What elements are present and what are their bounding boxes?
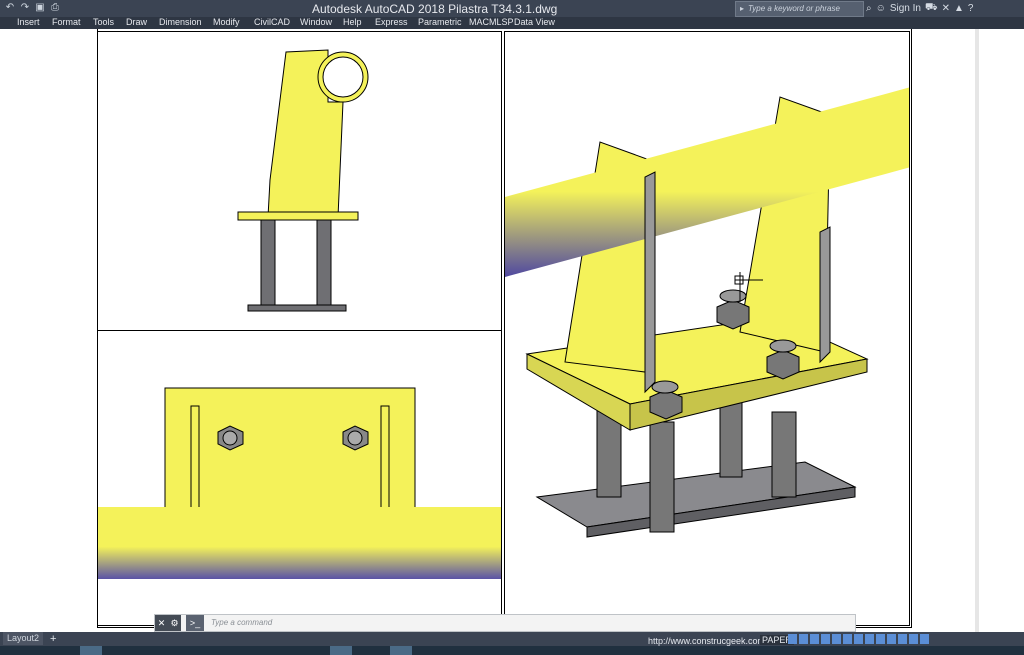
taskbar	[0, 646, 1024, 655]
plot-icon[interactable]: ⎙	[49, 2, 61, 14]
menu-modify[interactable]: Modify	[213, 17, 240, 27]
ortho-icon[interactable]	[810, 634, 819, 644]
menu-parametric[interactable]: Parametric	[418, 17, 462, 27]
command-input[interactable]: Type a command	[211, 618, 272, 627]
menu-insert[interactable]: Insert	[17, 17, 40, 27]
menu-window[interactable]: Window	[300, 17, 332, 27]
add-layout-icon[interactable]: +	[50, 633, 56, 645]
undo-icon[interactable]: ↶	[4, 2, 16, 14]
plan-view-drawing	[98, 387, 501, 579]
sign-in-link[interactable]: Sign In	[890, 3, 921, 14]
search-icon: ▸	[740, 4, 745, 13]
redo-icon[interactable]: ↷	[19, 2, 31, 14]
viewport-front[interactable]	[97, 31, 502, 331]
menu-express[interactable]: Express	[375, 17, 408, 27]
menu-help[interactable]: Help	[343, 17, 362, 27]
isolate-icon[interactable]	[909, 634, 918, 644]
osnap-icon[interactable]	[832, 634, 841, 644]
menu-format[interactable]: Format	[52, 17, 81, 27]
window-title: Autodesk AutoCAD 2018 Pilastra T34.3.1.d…	[312, 2, 558, 16]
isometric-view-drawing	[505, 87, 909, 538]
menu-civilcad[interactable]: CivilCAD	[254, 17, 290, 27]
cart-icon[interactable]: ⛟	[925, 2, 938, 15]
grid-icon[interactable]	[788, 634, 797, 644]
polar-icon[interactable]	[821, 634, 830, 644]
vertical-scrollbar[interactable]	[975, 29, 979, 632]
taskbar-app-icon[interactable]	[80, 646, 102, 655]
drawing-area[interactable]: ✕ ⚙ >_ Type a command	[0, 29, 1024, 632]
binoculars-icon[interactable]: ⌕	[866, 3, 872, 14]
viewport-isometric[interactable]	[504, 31, 910, 626]
menu-macmlsp[interactable]: MACMLSP	[469, 17, 514, 27]
menu-bar: Insert Format Tools Draw Dimension Modif…	[0, 17, 1024, 29]
a360-icon[interactable]: ▲	[954, 3, 964, 14]
customize-command-icon[interactable]: ⚙	[168, 615, 181, 631]
status-toggles	[788, 634, 929, 644]
transparency-icon[interactable]	[865, 634, 874, 644]
workspace-icon[interactable]	[898, 634, 907, 644]
viewport-plan[interactable]	[97, 330, 502, 626]
taskbar-app-icon[interactable]	[390, 646, 412, 655]
save-icon[interactable]: ▣	[34, 2, 46, 14]
taskbar-app-icon[interactable]	[330, 646, 352, 655]
close-command-icon[interactable]: ✕	[155, 615, 168, 631]
otrack-icon[interactable]	[843, 634, 852, 644]
quick-access-toolbar: ↶ ↷ ▣ ⎙	[4, 2, 61, 14]
command-line[interactable]: ✕ ⚙ >_ Type a command	[154, 614, 856, 632]
selection-cycling-icon[interactable]	[876, 634, 885, 644]
exchange-icon[interactable]: ✕	[942, 3, 950, 14]
help-icon[interactable]: ?	[968, 3, 974, 14]
lineweight-icon[interactable]	[854, 634, 863, 644]
customization-icon[interactable]	[920, 634, 929, 644]
tab-layout2[interactable]: Layout2	[3, 632, 44, 645]
annotation-icon[interactable]	[887, 634, 896, 644]
menu-tools[interactable]: Tools	[93, 17, 114, 27]
snap-icon[interactable]	[799, 634, 808, 644]
menu-data-view[interactable]: Data View	[514, 17, 555, 27]
search-input[interactable]: ▸ Type a keyword or phrase	[735, 1, 864, 17]
search-placeholder: Type a keyword or phrase	[748, 4, 840, 13]
command-prompt-icon: >_	[186, 615, 204, 631]
title-bar: ↶ ↷ ▣ ⎙ Autodesk AutoCAD 2018 Pilastra T…	[0, 0, 1024, 17]
menu-draw[interactable]: Draw	[126, 17, 147, 27]
status-url: http://www.construcgeek.com/	[648, 636, 768, 646]
user-icon: ☺	[875, 3, 886, 14]
menu-dimension[interactable]: Dimension	[159, 17, 202, 27]
front-view-drawing	[237, 49, 369, 312]
